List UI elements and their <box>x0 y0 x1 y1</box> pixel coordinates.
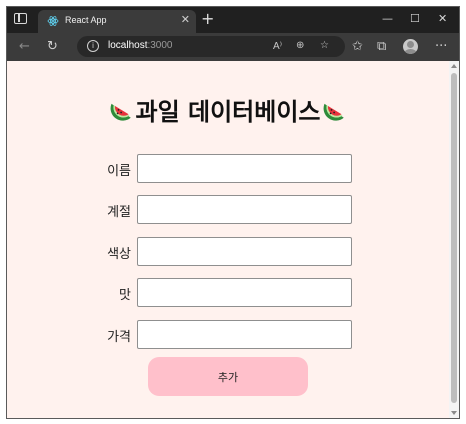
color-label: 색상 <box>107 247 131 262</box>
address-bar[interactable]: i localhost:3000 A⁾ ⊕ ☆ <box>77 36 345 57</box>
browser-window: React App ✕ + — ☐ ✕ ← ↻ i localhost:3000… <box>6 6 460 419</box>
name-input[interactable] <box>137 154 352 183</box>
tab-react-app[interactable]: React App ✕ <box>38 10 196 33</box>
react-logo-icon <box>47 16 59 26</box>
more-menu-icon[interactable]: ··· <box>435 39 447 55</box>
favorite-add-icon[interactable]: ☆ <box>320 39 329 53</box>
profile-avatar[interactable] <box>403 39 418 54</box>
tab-title: React App <box>65 15 107 25</box>
season-input[interactable] <box>137 195 352 224</box>
scroll-thumb[interactable] <box>451 73 457 403</box>
collections-icon[interactable]: ⧉ <box>377 39 386 55</box>
season-label: 계절 <box>107 205 131 220</box>
price-input[interactable] <box>137 320 352 349</box>
add-button[interactable]: 추가 <box>148 357 308 396</box>
favorites-icon[interactable]: ✩ <box>352 39 363 55</box>
form-row-season: 계절 <box>93 195 352 225</box>
form-row-price: 가격 <box>93 320 352 350</box>
watermelon-icon <box>323 103 344 121</box>
scroll-up-icon[interactable] <box>451 64 457 68</box>
back-icon[interactable]: ← <box>19 39 30 55</box>
maximize-icon[interactable]: ☐ <box>410 12 420 26</box>
color-input[interactable] <box>137 237 352 266</box>
tab-strip: React App ✕ + — ☐ ✕ <box>7 7 459 33</box>
form-row-name: 이름 <box>93 154 352 184</box>
url-host: localhost <box>108 40 148 51</box>
price-label: 가격 <box>107 330 131 345</box>
scroll-down-icon[interactable] <box>451 411 457 415</box>
form-row-taste: 맛 <box>93 278 352 308</box>
sidebar-toggle-icon[interactable] <box>14 13 27 24</box>
form-row-color: 색상 <box>93 237 352 267</box>
title-text: 과일 데이터베이스 <box>135 97 321 126</box>
zoom-icon[interactable]: ⊕ <box>296 39 304 53</box>
page-viewport: 과일 데이터베이스 이름 계절 색상 맛 가격 추가 <box>7 61 459 418</box>
url-port: :3000 <box>147 40 173 51</box>
name-label: 이름 <box>107 164 131 179</box>
taste-label: 맛 <box>119 288 131 303</box>
refresh-icon[interactable]: ↻ <box>47 39 58 55</box>
watermelon-icon <box>110 103 131 121</box>
window-close-icon[interactable]: ✕ <box>438 12 447 26</box>
close-icon[interactable]: ✕ <box>181 13 190 26</box>
url-text[interactable]: localhost:3000 <box>108 40 173 51</box>
info-icon[interactable]: i <box>87 40 99 52</box>
new-tab-button[interactable]: + <box>201 10 214 28</box>
minimize-icon[interactable]: — <box>382 12 393 26</box>
page-title: 과일 데이터베이스 <box>87 91 369 127</box>
scrollbar[interactable] <box>449 61 459 418</box>
browser-toolbar: ← ↻ i localhost:3000 A⁾ ⊕ ☆ ✩ ⧉ ··· <box>7 33 459 61</box>
taste-input[interactable] <box>137 278 352 307</box>
read-aloud-icon[interactable]: A⁾ <box>273 40 282 54</box>
